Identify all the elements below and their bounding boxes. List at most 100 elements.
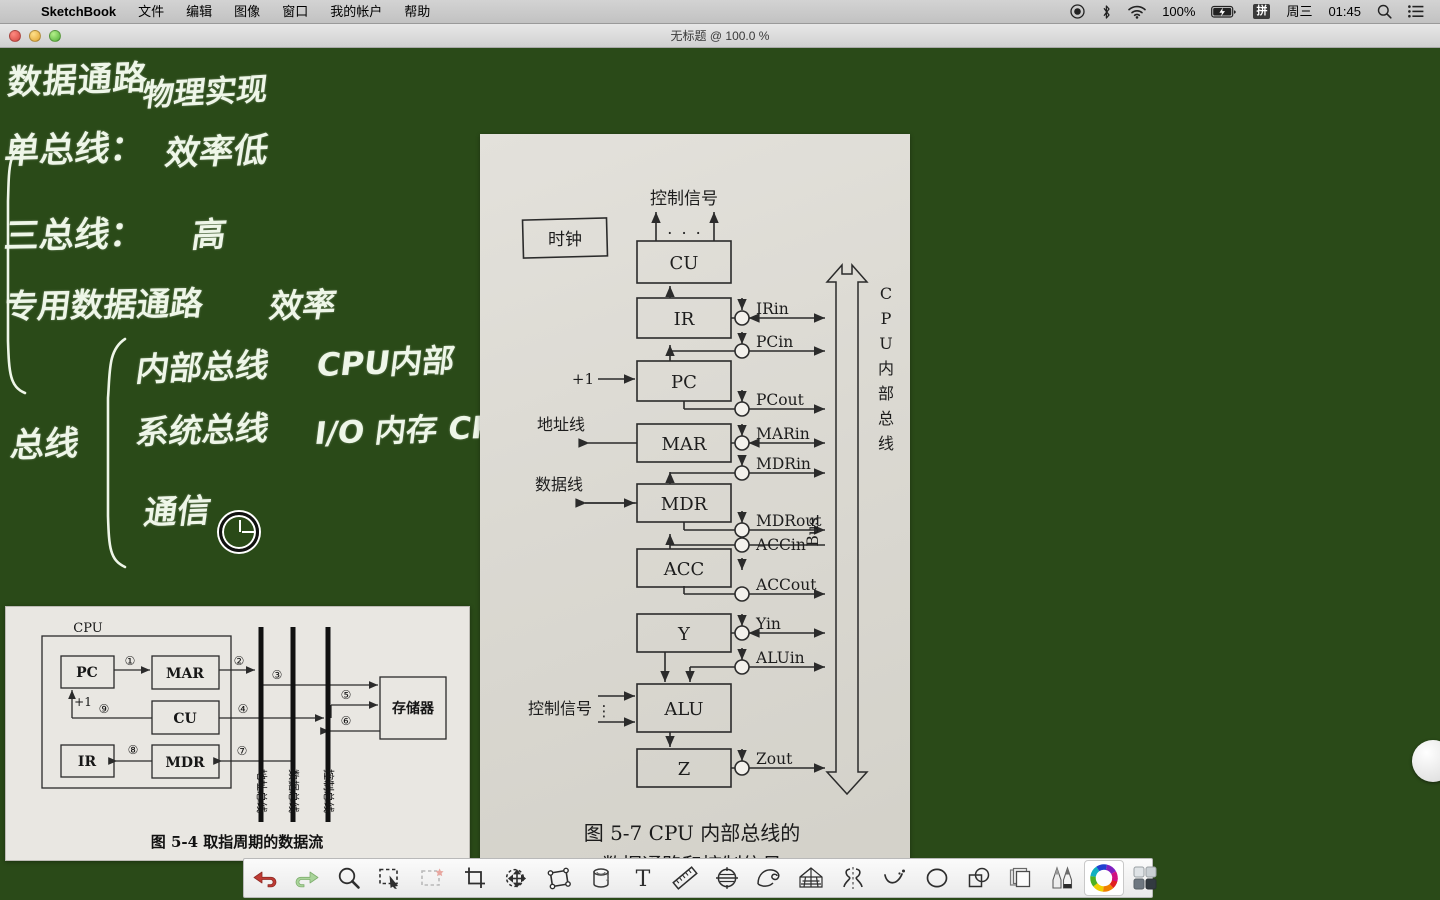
color-wheel-button[interactable] [1084,860,1124,896]
redo-button[interactable] [286,858,328,898]
svg-text:ALU: ALU [663,699,703,720]
note-bracket-group [106,337,127,569]
svg-text:Bus: Bus [804,517,822,546]
note-single-bus-value: 效率低 [162,130,272,174]
svg-text:PCin: PCin [756,333,793,351]
toolbar-group-selection [370,859,454,897]
svg-text:MAR: MAR [166,666,204,682]
svg-text:MAR: MAR [662,434,707,455]
apple-logo-icon[interactable] [8,4,30,20]
svg-text:图 5-7 CPU 内部总线的: 图 5-7 CPU 内部总线的 [584,821,801,845]
window-title-bar: 无标题 @ 100.0 % [0,24,1440,48]
ellipse-guide-button[interactable] [706,858,748,898]
menu-item-help[interactable]: 帮助 [393,0,441,24]
svg-text:IR: IR [78,754,97,770]
svg-text:+1: +1 [572,370,594,388]
crop-tool-button[interactable] [454,858,496,898]
clock-time-label[interactable]: 01:45 [1320,0,1369,24]
select-tool-button[interactable] [370,858,412,898]
menu-app-name[interactable]: SketchBook [30,0,127,24]
shape-ellipse-button[interactable] [916,858,958,898]
transform-tool-button[interactable] [496,858,538,898]
svg-text:. . .: . . . [667,219,702,238]
menu-item-file[interactable]: 文件 [127,0,175,24]
figure-5-4-image[interactable]: CPU PC MAR CU IR MDR 存储器 +1 ① ② ③ ④ ⑤ ⑥ … [5,606,470,861]
svg-text:地址总线: 地址总线 [255,769,269,813]
layers-button[interactable] [1000,858,1042,898]
svg-text:控制信号: 控制信号 [528,699,592,718]
svg-text:⑤: ⑤ [341,688,352,702]
svg-text:⋮: ⋮ [597,702,612,720]
zoom-tool-button[interactable] [328,858,370,898]
menu-item-account[interactable]: 我的帐户 [319,0,393,24]
figure-5-7-diagram: 时钟 CU IR PC MAR MDR ACC Y ALU Z 控制信号 . .… [521,189,894,877]
wifi-icon[interactable] [1120,5,1154,19]
svg-text:存储器: 存储器 [392,700,435,717]
note-physical-impl: 物理实现 [140,71,270,114]
screen-record-icon[interactable] [1062,4,1093,19]
toolbar-group-view [328,859,370,897]
bluetooth-icon[interactable] [1093,4,1120,20]
french-curve-button[interactable] [748,858,790,898]
svg-text:PCout: PCout [756,391,805,409]
notification-center-icon[interactable] [1400,5,1432,18]
svg-text:ALUin: ALUin [755,649,805,667]
deselect-tool-button[interactable] [412,858,454,898]
svg-text:数据总线: 数据总线 [287,769,301,813]
svg-text:T: T [636,867,651,890]
svg-text:MDR: MDR [165,755,205,771]
svg-text:CU: CU [173,711,196,727]
toolbar-group-transform: T [454,859,664,897]
svg-text:图 5-4 取指周期的数据流: 图 5-4 取指周期的数据流 [151,833,324,851]
perspective-guide-button[interactable] [790,858,832,898]
predictive-stroke-button[interactable] [874,858,916,898]
svg-text:数据线: 数据线 [535,475,583,494]
svg-text:时钟: 时钟 [548,230,582,250]
battery-charging-icon[interactable] [1203,5,1245,19]
svg-text:控制信号: 控制信号 [650,189,718,209]
brush-palette-button[interactable] [1042,858,1084,898]
clock-day-label[interactable]: 周三 [1278,0,1320,24]
lagoon-puck-control[interactable] [1412,740,1440,782]
figure-5-7-image[interactable]: 时钟 CU IR PC MAR MDR ACC Y ALU Z 控制信号 . .… [480,134,910,888]
svg-text:MDR: MDR [661,494,708,515]
undo-button[interactable] [244,858,286,898]
note-three-bus-value: 高 [189,214,230,256]
menu-item-window[interactable]: 窗口 [271,0,319,24]
svg-text:MDRin: MDRin [756,455,811,473]
menu-item-edit[interactable]: 编辑 [175,0,223,24]
svg-text:④: ④ [238,702,249,716]
note-bus-heading: 总线 [8,423,82,466]
drawing-canvas[interactable]: 数据通路 物理实现 单总线： 效率低 三总线： 高 专用数据通路 效率 总线 内… [0,48,1440,900]
note-data-path: 数据通路 [5,58,150,103]
svg-text:ACC: ACC [663,559,705,580]
brush-crosshair-cursor [219,512,259,552]
distort-tool-button[interactable] [538,858,580,898]
svg-text:IR: IR [674,309,695,330]
toolbar-group-palettes [1000,859,1166,897]
figure-5-4-diagram: CPU PC MAR CU IR MDR 存储器 +1 ① ② ③ ④ ⑤ ⑥ … [41,621,447,851]
input-method-indicator[interactable]: 拼 [1245,4,1278,19]
svg-text:CPU: CPU [73,621,102,636]
note-internal-bus-scope: CPU内部 [314,341,457,384]
menu-item-image[interactable]: 图像 [223,0,271,24]
svg-text:Y: Y [677,624,691,645]
ruler-tool-button[interactable] [664,858,706,898]
menu-bar: SketchBook 文件 编辑 图像 窗口 我的帐户 帮助 100% 拼 周三… [0,0,1440,24]
svg-text:②: ② [234,654,245,668]
svg-text:⑨: ⑨ [99,702,110,716]
window-title: 无标题 @ 100.0 % [670,29,770,43]
bus-side-label-char: 总 [878,409,894,428]
swatches-button[interactable] [1124,858,1166,898]
battery-percent-label: 100% [1162,3,1196,19]
shape-combine-button[interactable] [958,858,1000,898]
svg-text:③: ③ [272,668,283,682]
app-root: SketchBook 文件 编辑 图像 窗口 我的帐户 帮助 100% 拼 周三… [0,0,1440,900]
note-communication: 通信 [141,490,214,532]
svg-text:IRin: IRin [756,300,789,318]
svg-text:ACCout: ACCout [755,576,817,594]
fill-tool-button[interactable] [580,858,622,898]
spotlight-search-icon[interactable] [1369,4,1400,19]
text-tool-button[interactable]: T [622,858,664,898]
symmetry-button[interactable] [832,858,874,898]
